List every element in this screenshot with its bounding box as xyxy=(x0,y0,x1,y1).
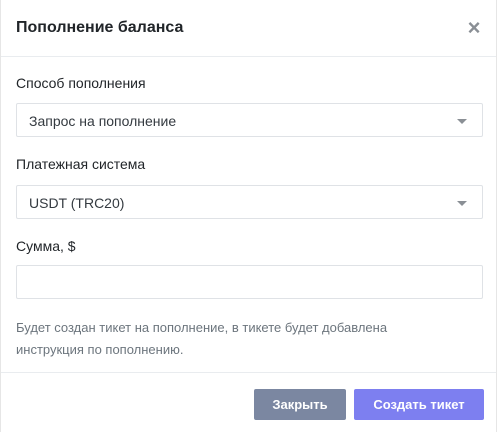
chevron-down-icon xyxy=(457,119,467,124)
modal-footer: Закрыть Создать тикет xyxy=(1,372,496,432)
create-ticket-button[interactable]: Создать тикет xyxy=(354,389,484,420)
modal-title: Пополнение баланса xyxy=(16,19,184,36)
amount-label: Сумма, $ xyxy=(16,238,76,254)
payment-system-select[interactable]: USDT (TRC20) xyxy=(16,185,483,219)
amount-field-wrapper xyxy=(16,265,483,299)
method-label: Способ пополнения xyxy=(16,75,146,91)
close-icon[interactable]: × xyxy=(466,17,482,39)
chevron-down-icon xyxy=(457,201,467,206)
payment-system-select-value: USDT (TRC20) xyxy=(29,195,125,211)
close-button[interactable]: Закрыть xyxy=(254,389,346,420)
modal-header: Пополнение баланса × xyxy=(1,0,496,57)
help-text: Будет создан тикет на пополнение, в тике… xyxy=(16,320,388,357)
amount-input[interactable] xyxy=(17,266,482,298)
method-select[interactable]: Запрос на пополнение xyxy=(16,103,483,137)
payment-system-label: Платежная система xyxy=(16,156,146,172)
top-up-balance-modal: Пополнение баланса × Способ пополнения З… xyxy=(0,0,497,432)
method-select-value: Запрос на пополнение xyxy=(29,113,177,129)
